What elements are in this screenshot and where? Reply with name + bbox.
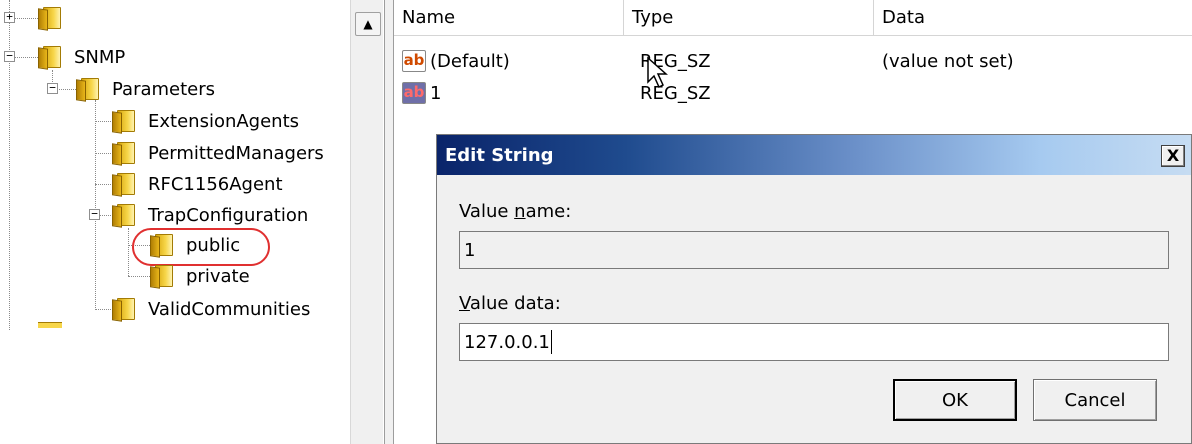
tree-node-parameters[interactable]: Parameters (76, 75, 215, 103)
folder-icon (150, 264, 176, 289)
value-name-text: 1 (464, 239, 476, 261)
ok-button-label: OK (942, 389, 968, 411)
cancel-button[interactable]: Cancel (1033, 379, 1157, 421)
ok-button[interactable]: OK (893, 379, 1017, 421)
dialog-titlebar[interactable]: Edit String X (437, 135, 1191, 175)
tree-node-label: private (186, 265, 250, 287)
tree-node-partial-bottom[interactable] (38, 322, 62, 328)
list-row[interactable]: ab 1 (402, 78, 1182, 108)
tree-node-private[interactable]: private (150, 262, 250, 290)
tree-node-label: TrapConfiguration (148, 204, 309, 226)
edit-string-dialog: Edit String X Value name: 1 Value data: … (436, 134, 1192, 444)
ab-string-icon: ab (402, 82, 426, 104)
value-data-cell: (value not set) (882, 46, 1014, 76)
label-accesskey: V (459, 293, 470, 314)
value-name: 1 (430, 82, 442, 104)
tree-node-label: ExtensionAgents (148, 110, 300, 132)
tree-scrollbar[interactable]: ▲ (350, 0, 383, 444)
tree-collapse-button[interactable]: − (89, 208, 100, 220)
tree-guide-line (95, 184, 111, 185)
label-accesskey: n (514, 201, 526, 222)
list-row[interactable]: ab (Default) (402, 46, 1182, 76)
value-data-text: 127.0.0.1 (464, 331, 550, 353)
pane-splitter[interactable] (384, 0, 394, 444)
value-name-label: Value name: (459, 201, 571, 222)
close-icon: X (1166, 146, 1180, 165)
scroll-up-button[interactable]: ▲ (355, 12, 381, 36)
tree-guide-line (95, 309, 111, 310)
mouse-pointer-icon (647, 56, 668, 89)
value-data-field[interactable]: 127.0.0.1 (459, 323, 1169, 361)
value-name: (Default) (430, 50, 510, 72)
tree-node-label: ValidCommunities (148, 298, 311, 320)
tree-guide-line (95, 121, 111, 122)
tree-node-permittedmanagers[interactable]: PermittedManagers (112, 139, 324, 167)
folder-icon (38, 45, 64, 70)
label-text: ame: (525, 201, 572, 222)
folder-icon (112, 172, 138, 197)
folder-icon (112, 141, 138, 166)
value-data: (value not set) (882, 50, 1014, 72)
dialog-title: Edit String (445, 144, 554, 166)
tree-node-label: SNMP (74, 46, 126, 68)
tree-guide-line (95, 153, 111, 154)
tree-node-partial[interactable] (38, 4, 74, 32)
value-data-label: Value data: (459, 293, 561, 314)
tree-collapse-button[interactable]: − (4, 50, 15, 62)
text-caret (550, 330, 552, 354)
label-text: Value (459, 201, 515, 222)
label-text: alue data: (469, 293, 561, 314)
tree-guide-line (128, 276, 150, 277)
cancel-button-label: Cancel (1064, 389, 1126, 411)
tree-guide-line (95, 100, 96, 310)
tree-node-label: RFC1156Agent (148, 173, 283, 195)
close-button[interactable]: X (1161, 145, 1185, 167)
tree-node-extensionagents[interactable]: ExtensionAgents (112, 107, 299, 135)
folder-icon (76, 77, 102, 102)
registry-tree: + − SNMP − Parameters ExtensionAgents Pe… (0, 0, 348, 444)
tree-node-label: Parameters (112, 78, 216, 100)
tree-node-label: PermittedManagers (148, 142, 324, 164)
tree-node-snmp[interactable]: SNMP (38, 43, 125, 71)
ab-string-icon: ab (402, 50, 426, 72)
value-name-field[interactable]: 1 (459, 231, 1169, 269)
tree-node-rfc1156agent[interactable]: RFC1156Agent (112, 170, 283, 198)
column-header-label: Name (402, 7, 456, 28)
folder-icon (112, 109, 138, 134)
tree-guide-line (128, 228, 129, 276)
folder-icon (112, 203, 138, 228)
tree-node-trapconfiguration[interactable]: TrapConfiguration (112, 201, 308, 229)
tree-collapse-button[interactable]: − (47, 82, 58, 94)
tree-expand-button[interactable]: + (4, 11, 15, 23)
folder-icon (112, 297, 138, 322)
arrow-up-icon: ▲ (363, 17, 373, 31)
column-header-name[interactable]: Name (394, 0, 624, 36)
column-header-type[interactable]: Type (624, 0, 874, 36)
column-header-data[interactable]: Data (874, 0, 1192, 36)
column-header-label: Type (632, 7, 674, 28)
highlight-circle (132, 228, 270, 266)
column-header-label: Data (882, 7, 925, 28)
tree-node-validcommunities[interactable]: ValidCommunities (112, 295, 310, 323)
folder-icon (38, 6, 64, 31)
